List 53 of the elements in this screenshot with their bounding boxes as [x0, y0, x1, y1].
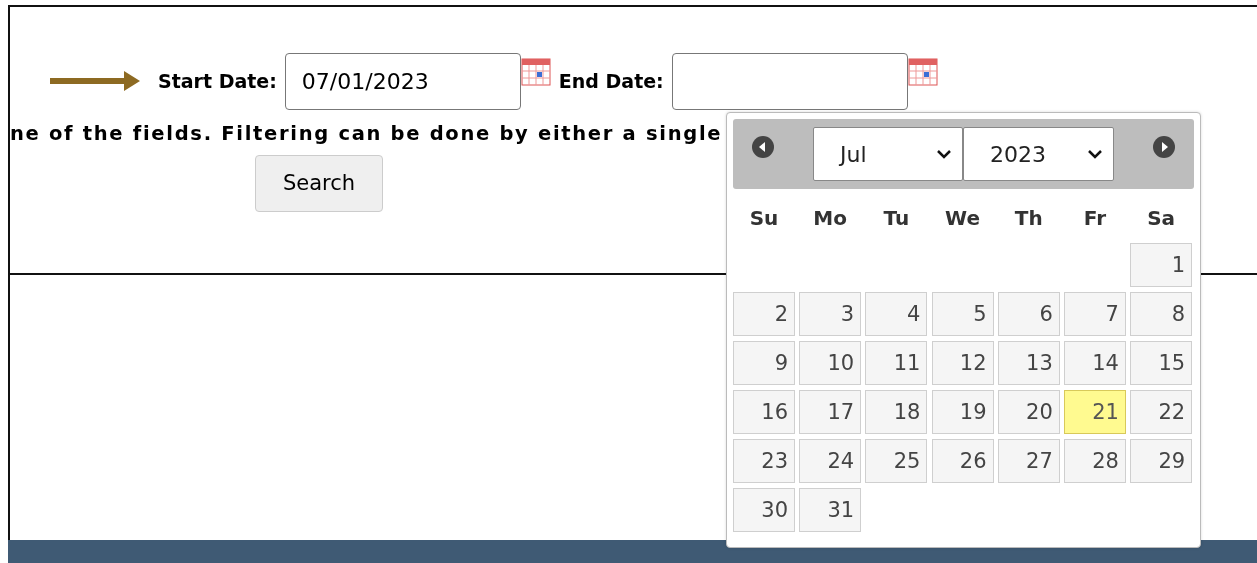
day-cell[interactable]: 25	[865, 439, 928, 483]
weekday-label: Sa	[1146, 205, 1177, 232]
weekday-label: Th	[1013, 205, 1044, 232]
day-cell[interactable]: 17	[799, 390, 862, 434]
day-cell[interactable]: 9	[733, 341, 795, 385]
calendar-icon[interactable]	[907, 58, 938, 86]
day-cell[interactable]: 4	[865, 292, 928, 336]
day-cell[interactable]: 28	[1063, 439, 1126, 483]
day-cell[interactable]: 11	[865, 341, 928, 385]
day-cell[interactable]: 3	[799, 292, 862, 336]
weekday-label: We	[944, 205, 981, 232]
search-button[interactable]: Search	[255, 155, 383, 212]
day-cell[interactable]: 22	[1130, 390, 1193, 434]
day-cell[interactable]: 15	[1130, 341, 1193, 385]
year-select[interactable]: 2023	[963, 127, 1114, 181]
field-label: Start Date:	[158, 68, 277, 94]
weekday-label: Su	[748, 205, 780, 232]
day-cell[interactable]: 18	[865, 390, 928, 434]
day-cell[interactable]: 8	[1130, 292, 1193, 336]
calendar-icon[interactable]	[520, 58, 551, 86]
date-input[interactable]	[671, 52, 908, 110]
day-cell[interactable]: 5	[931, 292, 994, 336]
day-cell[interactable]: 23	[733, 439, 795, 483]
next-month-icon[interactable]	[1152, 135, 1176, 159]
day-cell[interactable]: 24	[799, 439, 862, 483]
day-cell[interactable]: 6	[997, 292, 1060, 336]
day-cell[interactable]: 31	[799, 488, 862, 532]
day-cell[interactable]: 20	[997, 390, 1060, 434]
arrow-icon	[50, 69, 140, 93]
field-label: End Date:	[558, 68, 664, 94]
day-cell[interactable]: 16	[733, 390, 795, 434]
day-cell[interactable]: 14	[1063, 341, 1126, 385]
weekday-label: Mo	[812, 205, 848, 232]
day-cell[interactable]: 7	[1063, 292, 1126, 336]
previous-month-icon[interactable]	[751, 135, 775, 159]
day-cell[interactable]: 30	[733, 488, 795, 532]
weekday-label: Tu	[882, 205, 911, 232]
month-select[interactable]: Jul	[813, 127, 963, 181]
day-cell[interactable]: 12	[931, 341, 994, 385]
day-cell[interactable]: 13	[997, 341, 1060, 385]
day-cell[interactable]: 29	[1130, 439, 1193, 483]
weekday-label: Fr	[1082, 205, 1108, 232]
date-input[interactable]: 07/01/2023	[284, 52, 521, 110]
chevron-icon	[1087, 148, 1103, 160]
day-cell[interactable]: 10	[799, 341, 862, 385]
day-cell[interactable]: 26	[931, 439, 994, 483]
day-cell[interactable]: 21	[1063, 390, 1126, 434]
day-cell[interactable]: 2	[733, 292, 795, 336]
day-cell[interactable]: 19	[931, 390, 994, 434]
chevron-icon	[936, 148, 952, 160]
instruction-text: ne of the fields. Filtering can be done by either a single	[10, 122, 724, 146]
day-cell[interactable]: 1	[1130, 243, 1193, 287]
day-cell[interactable]: 27	[997, 439, 1060, 483]
